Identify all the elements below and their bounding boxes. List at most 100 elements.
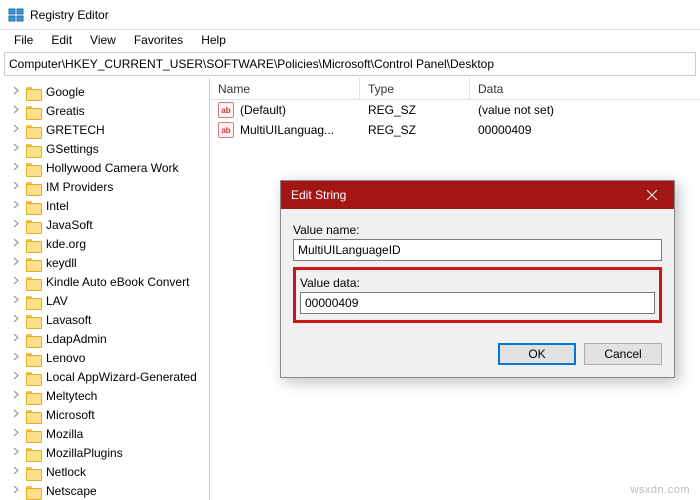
tree-item-label: Mozilla: [46, 427, 83, 441]
chevron-right-icon[interactable]: [10, 86, 22, 98]
tree-item[interactable]: kde.org: [0, 234, 209, 253]
menu-file[interactable]: File: [6, 31, 41, 49]
value-data-input[interactable]: [300, 292, 655, 314]
chevron-right-icon[interactable]: [10, 390, 22, 402]
tree-item-label: LdapAdmin: [46, 332, 107, 346]
address-bar[interactable]: Computer\HKEY_CURRENT_USER\SOFTWARE\Poli…: [4, 52, 696, 76]
tree-item-label: GRETECH: [46, 123, 105, 137]
chevron-right-icon[interactable]: [10, 162, 22, 174]
cell-data: (value not set): [470, 103, 700, 117]
tree-item[interactable]: Kindle Auto eBook Convert: [0, 272, 209, 291]
folder-icon: [26, 408, 42, 422]
folder-icon: [26, 85, 42, 99]
tree-item-label: Microsoft: [46, 408, 95, 422]
chevron-right-icon[interactable]: [10, 124, 22, 136]
tree-item[interactable]: Lenovo: [0, 348, 209, 367]
tree-item-label: keydll: [46, 256, 77, 270]
menu-edit[interactable]: Edit: [43, 31, 80, 49]
edit-string-dialog: Edit String Value name: Value data: OK C…: [280, 180, 675, 378]
cell-name: abMultiUILanguag...: [210, 122, 360, 138]
chevron-right-icon[interactable]: [10, 143, 22, 155]
tree-item[interactable]: Hollywood Camera Work: [0, 158, 209, 177]
tree-item-label: Kindle Auto eBook Convert: [46, 275, 189, 289]
folder-icon: [26, 313, 42, 327]
chevron-right-icon[interactable]: [10, 314, 22, 326]
tree-item[interactable]: Google: [0, 82, 209, 101]
chevron-right-icon[interactable]: [10, 295, 22, 307]
cancel-button[interactable]: Cancel: [584, 343, 662, 365]
chevron-right-icon[interactable]: [10, 257, 22, 269]
folder-icon: [26, 332, 42, 346]
chevron-right-icon[interactable]: [10, 219, 22, 231]
tree-item[interactable]: GRETECH: [0, 120, 209, 139]
address-path: Computer\HKEY_CURRENT_USER\SOFTWARE\Poli…: [9, 57, 494, 71]
menu-favorites[interactable]: Favorites: [126, 31, 191, 49]
tree-item[interactable]: keydll: [0, 253, 209, 272]
folder-icon: [26, 104, 42, 118]
value-name-text: MultiUILanguag...: [240, 123, 334, 137]
tree-item-label: Google: [46, 85, 85, 99]
chevron-right-icon[interactable]: [10, 238, 22, 250]
folder-icon: [26, 351, 42, 365]
tree-item[interactable]: Local AppWizard-Generated: [0, 367, 209, 386]
chevron-right-icon[interactable]: [10, 485, 22, 497]
tree-item[interactable]: MozillaPlugins: [0, 443, 209, 462]
value-name-input[interactable]: [293, 239, 662, 261]
titlebar: Registry Editor: [0, 0, 700, 30]
chevron-right-icon[interactable]: [10, 200, 22, 212]
col-header-type[interactable]: Type: [360, 78, 470, 99]
chevron-right-icon[interactable]: [10, 181, 22, 193]
tree-item[interactable]: Microsoft: [0, 405, 209, 424]
cell-type: REG_SZ: [360, 123, 470, 137]
chevron-right-icon[interactable]: [10, 371, 22, 383]
tree-item[interactable]: IM Providers: [0, 177, 209, 196]
tree-item-label: kde.org: [46, 237, 86, 251]
col-header-data[interactable]: Data: [470, 78, 700, 99]
regedit-icon: [8, 7, 24, 23]
tree-item[interactable]: Lavasoft: [0, 310, 209, 329]
list-row[interactable]: ab(Default)REG_SZ(value not set): [210, 100, 700, 120]
tree-item[interactable]: Netscape: [0, 481, 209, 500]
chevron-right-icon[interactable]: [10, 409, 22, 421]
tree-item[interactable]: GSettings: [0, 139, 209, 158]
tree-item-label: Lenovo: [46, 351, 85, 365]
chevron-right-icon[interactable]: [10, 276, 22, 288]
dialog-body: Value name: Value data:: [281, 209, 674, 335]
window-title: Registry Editor: [30, 8, 109, 22]
tree-item-label: JavaSoft: [46, 218, 93, 232]
dialog-titlebar[interactable]: Edit String: [281, 181, 674, 209]
tree-item[interactable]: Netlock: [0, 462, 209, 481]
list-row[interactable]: abMultiUILanguag...REG_SZ00000409: [210, 120, 700, 140]
tree-item[interactable]: Greatis: [0, 101, 209, 120]
folder-icon: [26, 465, 42, 479]
menu-view[interactable]: View: [82, 31, 124, 49]
ok-button[interactable]: OK: [498, 343, 576, 365]
tree-item[interactable]: Meltytech: [0, 386, 209, 405]
tree-item[interactable]: LAV: [0, 291, 209, 310]
folder-icon: [26, 142, 42, 156]
chevron-right-icon[interactable]: [10, 466, 22, 478]
list-body: ab(Default)REG_SZ(value not set)abMultiU…: [210, 100, 700, 140]
dialog-buttons: OK Cancel: [281, 335, 674, 377]
tree-item-label: IM Providers: [46, 180, 113, 194]
cell-data: 00000409: [470, 123, 700, 137]
value-data-highlight: Value data:: [293, 267, 662, 323]
chevron-right-icon[interactable]: [10, 333, 22, 345]
menu-help[interactable]: Help: [193, 31, 234, 49]
tree-item[interactable]: Mozilla: [0, 424, 209, 443]
tree-item[interactable]: LdapAdmin: [0, 329, 209, 348]
chevron-right-icon[interactable]: [10, 105, 22, 117]
folder-icon: [26, 294, 42, 308]
tree-item-label: Netlock: [46, 465, 86, 479]
tree-item-label: Greatis: [46, 104, 85, 118]
tree-item-label: Hollywood Camera Work: [46, 161, 179, 175]
chevron-right-icon[interactable]: [10, 352, 22, 364]
tree-item[interactable]: JavaSoft: [0, 215, 209, 234]
chevron-right-icon[interactable]: [10, 428, 22, 440]
tree-panel[interactable]: Google Greatis GRETECH GSettings Hollywood C…: [0, 78, 210, 500]
dialog-close-button[interactable]: [630, 181, 674, 209]
tree-item[interactable]: Intel: [0, 196, 209, 215]
chevron-right-icon[interactable]: [10, 447, 22, 459]
folder-icon: [26, 427, 42, 441]
col-header-name[interactable]: Name: [210, 78, 360, 99]
